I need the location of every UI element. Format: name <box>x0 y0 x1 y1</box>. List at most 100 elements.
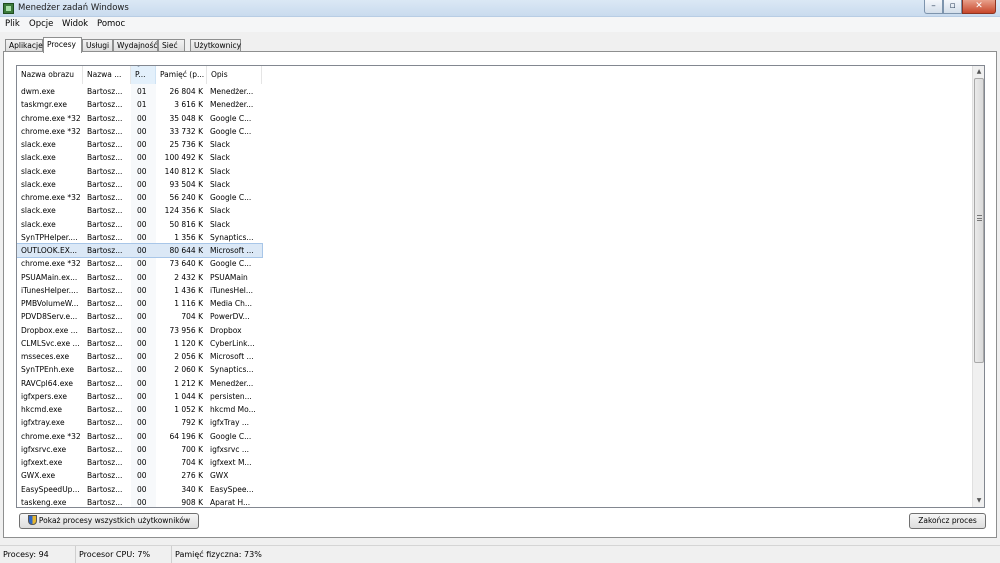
cell-cpu: 00 <box>137 272 147 282</box>
table-row[interactable]: chrome.exe *32 Bartosz... 00 73 640 K Google… <box>17 257 972 270</box>
table-row[interactable]: chrome.exe *32 Bartosz... 00 56 240 K Google… <box>17 191 972 204</box>
cell-description: Google C... <box>210 431 252 441</box>
cell-user-name: Bartosz... <box>87 272 123 282</box>
process-list[interactable]: Nazwa obrazu Nazwa ... ˆ P... Pamięć (p.… <box>16 65 985 508</box>
table-row[interactable]: Dropbox.exe ... Bartosz... 00 73 956 K Dropb… <box>17 324 972 337</box>
cell-user-name: Bartosz... <box>87 193 123 202</box>
table-row[interactable]: OUTLOOK.EX... Bartosz... 00 80 644 K Microso… <box>17 243 972 258</box>
table-row[interactable]: GWX.exe Bartosz... 00 276 K GWX <box>17 469 972 482</box>
cell-cpu: 00 <box>137 153 147 163</box>
maximize-button[interactable]: ▫ <box>943 0 962 14</box>
cell-user-name: Bartosz... <box>87 352 123 361</box>
cell-image-name: igfxext.exe <box>21 458 63 467</box>
table-row[interactable]: PSUAMain.ex... Bartosz... 00 2 432 K PSUAMai… <box>17 271 972 284</box>
scroll-up-arrow-icon[interactable]: ▲ <box>973 66 984 78</box>
show-all-processes-button[interactable]: Pokaż procesy wszystkich użytkowników <box>19 513 199 529</box>
table-row[interactable]: slack.exe Bartosz... 00 50 816 K Slack <box>17 218 972 231</box>
cell-memory: 908 K <box>181 497 203 507</box>
cell-memory: 276 K <box>181 471 203 481</box>
cell-memory: 25 736 K <box>169 140 203 149</box>
table-row[interactable]: chrome.exe *32 Bartosz... 00 33 732 K Google… <box>17 125 972 138</box>
table-row[interactable]: igfxpers.exe Bartosz... 00 1 044 K persisten… <box>17 390 972 403</box>
cell-image-name: msseces.exe <box>21 352 70 361</box>
cell-image-name: chrome.exe *32 <box>21 259 81 269</box>
column-header-description[interactable]: Opis <box>207 66 262 84</box>
cell-user-name: Bartosz... <box>87 312 123 322</box>
menu-options[interactable]: Opcje <box>29 19 53 29</box>
table-row[interactable]: igfxext.exe Bartosz... 00 704 K igfxext M... <box>17 456 972 469</box>
cell-user-name: Bartosz... <box>87 458 123 467</box>
cell-image-name: taskmgr.exe <box>21 100 67 110</box>
cell-user-name: Bartosz... <box>87 259 123 269</box>
table-row[interactable]: chrome.exe *32 Bartosz... 00 64 196 K Google… <box>17 430 972 443</box>
table-row[interactable]: CLMLSvc.exe ... Bartosz... 00 1 120 K CyberL… <box>17 337 972 350</box>
table-row[interactable]: taskmgr.exe Bartosz... 01 3 616 K Menedżer..… <box>17 98 972 111</box>
table-row[interactable]: SynTPEnh.exe Bartosz... 00 2 060 K Synaptics… <box>17 363 972 376</box>
table-row[interactable]: iTunesHelper.... Bartosz... 00 1 436 K iTune… <box>17 284 972 297</box>
table-row[interactable]: dwm.exe Bartosz... 01 26 804 K Menedżer... <box>17 85 972 98</box>
cell-description: Slack <box>210 153 230 163</box>
table-row[interactable]: hkcmd.exe Bartosz... 00 1 052 K hkcmd Mo... <box>17 403 972 416</box>
menu-view[interactable]: Widok <box>62 19 88 29</box>
cell-user-name: Bartosz... <box>87 219 123 229</box>
menu-help[interactable]: Pomoc <box>97 19 125 29</box>
cell-memory: 26 804 K <box>169 87 203 96</box>
cell-user-name: Bartosz... <box>87 285 123 295</box>
cell-user-name: Bartosz... <box>87 365 123 375</box>
cell-image-name: taskeng.exe <box>21 497 67 507</box>
cell-cpu: 00 <box>137 471 147 481</box>
table-row[interactable]: slack.exe Bartosz... 00 124 356 K Slack <box>17 204 972 217</box>
cell-memory: 64 196 K <box>169 431 203 441</box>
table-row[interactable]: RAVCpl64.exe Bartosz... 00 1 212 K Menedżer.… <box>17 377 972 390</box>
cell-user-name: Bartosz... <box>87 153 123 163</box>
cell-memory: 340 K <box>181 484 203 494</box>
table-row[interactable]: PDVD8Serv.e... Bartosz... 00 704 K PowerDV..… <box>17 310 972 323</box>
menu-bar: Plik Opcje Widok Pomoc <box>0 17 1000 32</box>
cell-description: Slack <box>210 219 230 229</box>
cell-user-name: Bartosz... <box>87 431 123 441</box>
table-row[interactable]: SynTPHelper.... Bartosz... 00 1 356 K Synapt… <box>17 231 972 244</box>
cell-memory: 2 060 K <box>174 365 203 375</box>
column-header-image-name[interactable]: Nazwa obrazu <box>17 66 83 84</box>
cell-image-name: chrome.exe *32 <box>21 431 81 441</box>
cell-description: Google C... <box>210 259 252 269</box>
table-row[interactable]: msseces.exe Bartosz... 00 2 056 K Microsoft … <box>17 350 972 363</box>
cell-cpu: 00 <box>137 299 147 308</box>
vertical-scrollbar[interactable]: ▲ ▼ <box>972 66 984 507</box>
table-row[interactable]: slack.exe Bartosz... 00 140 812 K Slack <box>17 165 972 178</box>
cell-image-name: SynTPEnh.exe <box>21 365 74 375</box>
column-header-cpu[interactable]: ˆ P... <box>131 66 156 84</box>
table-row[interactable]: slack.exe Bartosz... 00 25 736 K Slack <box>17 138 972 151</box>
cell-user-name: Bartosz... <box>87 206 123 216</box>
window-controls: – ▫ ✕ <box>924 0 996 14</box>
end-process-button[interactable]: Zakończ proces <box>909 513 986 529</box>
table-row[interactable]: PMBVolumeW... Bartosz... 00 1 116 K Media Ch… <box>17 297 972 310</box>
table-row[interactable]: slack.exe Bartosz... 00 100 492 K Slack <box>17 151 972 164</box>
table-row[interactable]: chrome.exe *32 Bartosz... 00 35 048 K Google… <box>17 112 972 125</box>
close-button[interactable]: ✕ <box>962 0 996 14</box>
table-row[interactable]: igfxsrvc.exe Bartosz... 00 700 K igfxsrvc ..… <box>17 443 972 456</box>
cell-user-name: Bartosz... <box>87 418 123 428</box>
table-row[interactable]: slack.exe Bartosz... 00 93 504 K Slack <box>17 178 972 191</box>
scroll-down-arrow-icon[interactable]: ▼ <box>973 495 984 507</box>
tab-processes[interactable]: Procesy <box>43 37 82 53</box>
table-row[interactable]: EasySpeedUp... Bartosz... 00 340 K EasySpee.… <box>17 483 972 496</box>
cell-description: persisten... <box>210 391 252 401</box>
cell-image-name: iTunesHelper.... <box>21 285 79 295</box>
menu-file[interactable]: Plik <box>5 19 20 29</box>
show-all-processes-label: Pokaż procesy wszystkich użytkowników <box>38 516 191 525</box>
cell-image-name: chrome.exe *32 <box>21 126 81 136</box>
cell-image-name: PSUAMain.ex... <box>21 272 78 282</box>
minimize-button[interactable]: – <box>924 0 943 14</box>
cell-description: Slack <box>210 166 230 176</box>
cell-memory: 1 116 K <box>174 299 203 308</box>
table-row[interactable]: igfxtray.exe Bartosz... 00 792 K igfxTray ..… <box>17 416 972 429</box>
cell-user-name: Bartosz... <box>87 299 123 308</box>
table-row[interactable]: taskeng.exe Bartosz... 00 908 K Aparat H... <box>17 496 972 507</box>
column-header-memory[interactable]: Pamięć (p... <box>156 66 207 84</box>
cell-cpu: 00 <box>137 365 147 375</box>
scrollbar-thumb[interactable] <box>974 78 984 363</box>
cell-description: Menedżer... <box>210 87 254 96</box>
scrollbar-grip-icon <box>977 215 982 221</box>
column-header-user-name[interactable]: Nazwa ... <box>83 66 131 84</box>
